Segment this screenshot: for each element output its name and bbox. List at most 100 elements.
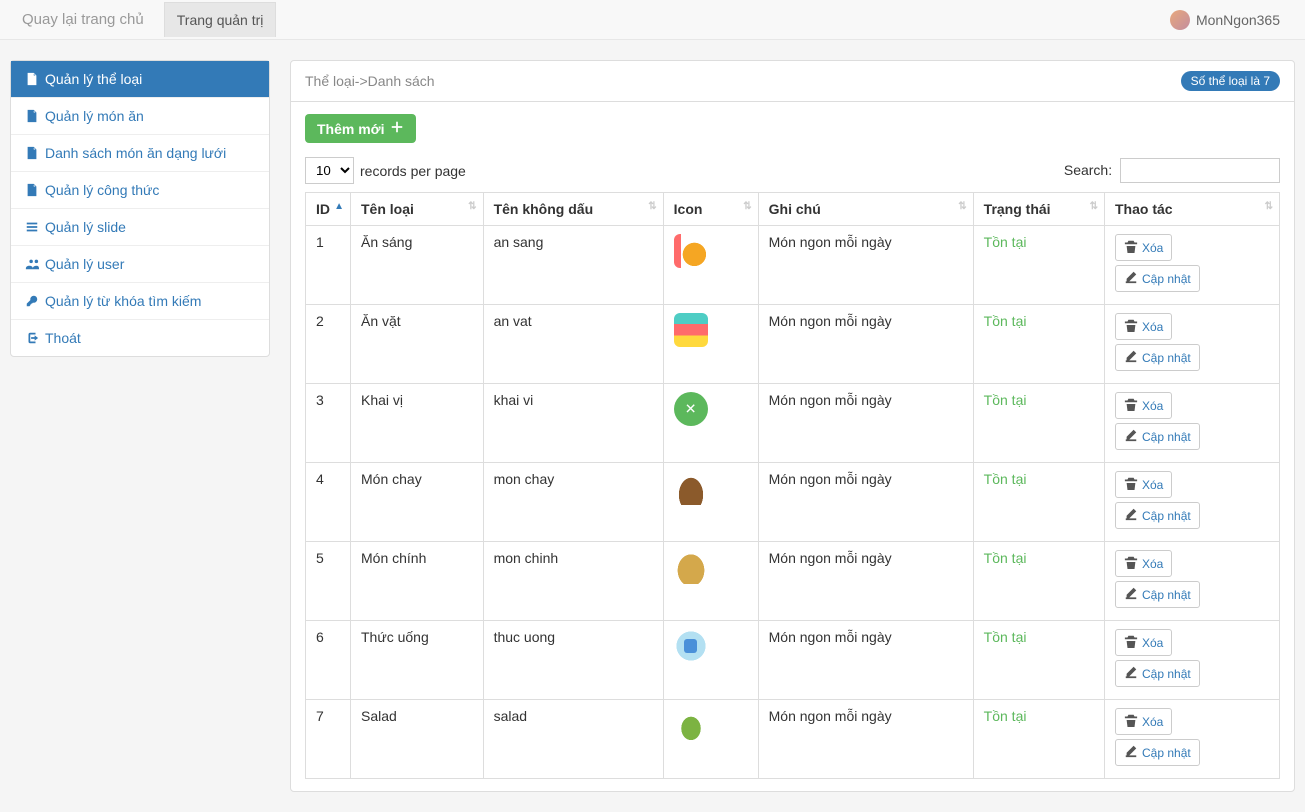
cell-name: Salad <box>351 700 484 779</box>
cell-status: Tồn tại <box>973 542 1104 621</box>
sidebar-item-5[interactable]: Quản lý user <box>11 246 269 283</box>
edit-icon <box>1124 665 1138 682</box>
update-button[interactable]: Cập nhật <box>1115 344 1200 371</box>
sidebar-item-label: Quản lý từ khóa tìm kiếm <box>45 293 201 309</box>
cell-status: Tồn tại <box>973 700 1104 779</box>
update-button[interactable]: Cập nhật <box>1115 739 1200 766</box>
cell-status: Tồn tại <box>973 463 1104 542</box>
update-button[interactable]: Cập nhật <box>1115 660 1200 687</box>
sidebar-item-3[interactable]: Quản lý công thức <box>11 172 269 209</box>
update-button[interactable]: Cập nhật <box>1115 502 1200 529</box>
sidebar-item-4[interactable]: Quản lý slide <box>11 209 269 246</box>
delete-button[interactable]: Xóa <box>1115 471 1172 498</box>
update-button[interactable]: Cập nhật <box>1115 265 1200 292</box>
cell-slug: khai vi <box>483 384 663 463</box>
sort-icon: ⇅ <box>743 201 751 212</box>
th-action[interactable]: Thao tác⇅ <box>1105 193 1280 226</box>
delete-button[interactable]: Xóa <box>1115 629 1172 656</box>
update-button[interactable]: Cập nhật <box>1115 581 1200 608</box>
sidebar-item-6[interactable]: Quản lý từ khóa tìm kiếm <box>11 283 269 320</box>
delete-button[interactable]: Xóa <box>1115 392 1172 419</box>
cell-id: 6 <box>306 621 351 700</box>
edit-icon <box>1124 270 1138 287</box>
delete-button[interactable]: Xóa <box>1115 313 1172 340</box>
category-icon <box>674 392 708 426</box>
trash-icon <box>1124 634 1138 651</box>
delete-button[interactable]: Xóa <box>1115 550 1172 577</box>
table-row: 4Món chaymon chayMón ngon mỗi ngàyTồn tạ… <box>306 463 1280 542</box>
table-row: 6Thức uốngthuc uongMón ngon mỗi ngàyTồn … <box>306 621 1280 700</box>
cell-slug: mon chinh <box>483 542 663 621</box>
trash-icon <box>1124 318 1138 335</box>
content-panel: Thể loại->Danh sách Số thể loại là 7 Thê… <box>290 60 1295 792</box>
trash-icon <box>1124 397 1138 414</box>
sidebar-item-label: Danh sách món ăn dạng lưới <box>45 145 226 161</box>
top-navbar: Quay lại trang chủ Trang quản trị MonNgo… <box>0 0 1305 40</box>
cell-name: Ăn sáng <box>351 226 484 305</box>
th-id[interactable]: ID▲ <box>306 193 351 226</box>
users-icon <box>25 257 39 271</box>
file-icon <box>25 183 39 197</box>
username: MonNgon365 <box>1196 12 1280 28</box>
key-icon <box>25 294 39 308</box>
delete-button[interactable]: Xóa <box>1115 708 1172 735</box>
update-button[interactable]: Cập nhật <box>1115 423 1200 450</box>
category-icon <box>674 708 708 742</box>
cell-slug: mon chay <box>483 463 663 542</box>
cell-status: Tồn tại <box>973 226 1104 305</box>
panel-heading: Thể loại->Danh sách Số thể loại là 7 <box>291 61 1294 102</box>
table-row: 3Khai vịkhai viMón ngon mỗi ngàyTồn tạiX… <box>306 384 1280 463</box>
cell-icon <box>663 384 758 463</box>
th-status[interactable]: Trạng thái⇅ <box>973 193 1104 226</box>
categories-table: ID▲ Tên loại⇅ Tên không dấu⇅ Icon⇅ Ghi c… <box>305 192 1280 779</box>
delete-button[interactable]: Xóa <box>1115 234 1172 261</box>
delete-label: Xóa <box>1142 478 1163 492</box>
user-menu[interactable]: MonNgon365 <box>1170 10 1295 30</box>
category-icon <box>674 234 708 268</box>
home-link[interactable]: Quay lại trang chủ <box>10 1 156 38</box>
add-button[interactable]: Thêm mới <box>305 114 416 143</box>
list-icon <box>25 220 39 234</box>
delete-label: Xóa <box>1142 715 1163 729</box>
search-label: Search: <box>1064 162 1112 178</box>
cell-actions: Xóa Cập nhật <box>1105 621 1280 700</box>
file-icon <box>25 146 39 160</box>
th-icon[interactable]: Icon⇅ <box>663 193 758 226</box>
edit-icon <box>1124 744 1138 761</box>
th-slug[interactable]: Tên không dấu⇅ <box>483 193 663 226</box>
sort-asc-icon: ▲ <box>334 201 344 212</box>
cell-note: Món ngon mỗi ngày <box>758 542 973 621</box>
sort-icon: ⇅ <box>1265 201 1273 212</box>
cell-id: 7 <box>306 700 351 779</box>
table-row: 1Ăn sángan sangMón ngon mỗi ngàyTồn tạiX… <box>306 226 1280 305</box>
th-name[interactable]: Tên loại⇅ <box>351 193 484 226</box>
table-row: 2Ăn vặtan vatMón ngon mỗi ngàyTồn tạiXóa… <box>306 305 1280 384</box>
cell-actions: Xóa Cập nhật <box>1105 384 1280 463</box>
sidebar-item-7[interactable]: Thoát <box>11 320 269 356</box>
trash-icon <box>1124 555 1138 572</box>
cell-actions: Xóa Cập nhật <box>1105 305 1280 384</box>
page-size-select[interactable]: 10 <box>305 157 354 184</box>
sidebar-item-2[interactable]: Danh sách món ăn dạng lưới <box>11 135 269 172</box>
cell-actions: Xóa Cập nhật <box>1105 700 1280 779</box>
logout-icon <box>25 331 39 345</box>
th-note[interactable]: Ghi chú⇅ <box>758 193 973 226</box>
sidebar-item-1[interactable]: Quản lý món ăn <box>11 98 269 135</box>
delete-label: Xóa <box>1142 636 1163 650</box>
sort-icon: ⇅ <box>468 201 476 212</box>
status-badge: Tồn tại <box>984 392 1027 408</box>
edit-icon <box>1124 507 1138 524</box>
sort-icon: ⇅ <box>648 201 656 212</box>
search-input[interactable] <box>1120 158 1280 183</box>
trash-icon <box>1124 239 1138 256</box>
sidebar-item-0[interactable]: Quản lý thể loại <box>11 61 269 98</box>
sidebar-item-label: Quản lý món ăn <box>45 108 144 124</box>
cell-slug: salad <box>483 700 663 779</box>
update-label: Cập nhật <box>1142 509 1191 523</box>
sort-icon: ⇅ <box>958 201 966 212</box>
category-icon <box>674 550 708 584</box>
admin-tab[interactable]: Trang quản trị <box>164 2 277 37</box>
avatar <box>1170 10 1190 30</box>
cell-note: Món ngon mỗi ngày <box>758 463 973 542</box>
count-badge: Số thể loại là 7 <box>1181 71 1280 91</box>
